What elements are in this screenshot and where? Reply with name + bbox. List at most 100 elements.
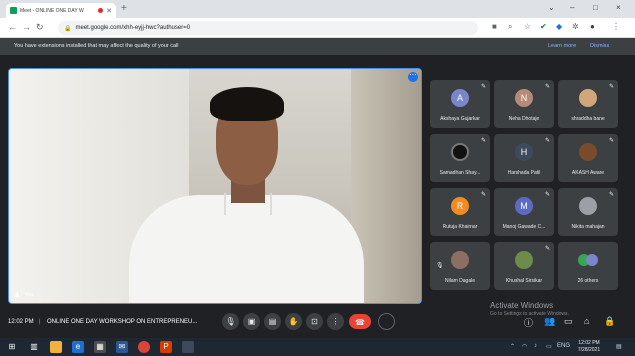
avatar: A	[451, 89, 469, 107]
others-tile[interactable]: 26 others	[558, 242, 618, 290]
forward-icon[interactable]: →	[22, 22, 31, 32]
participant-name: Manoj Gawade C...	[502, 224, 546, 230]
volume-icon[interactable]: ♪	[534, 343, 537, 349]
maximize-button[interactable]: □	[593, 3, 598, 12]
mic-off-icon: ✎	[544, 138, 550, 144]
reload-icon[interactable]: ↻	[36, 22, 44, 33]
extension-warning-bar: You have extensions installed that may a…	[0, 38, 635, 55]
mic-off-icon: ✎	[608, 84, 614, 90]
main-video-tile[interactable]: ⋯ ♟ You	[8, 68, 422, 304]
avatar: R	[451, 197, 469, 215]
avatar-photo	[451, 143, 469, 161]
language-indicator[interactable]: ENG	[557, 343, 570, 349]
participant-tile[interactable]: ✎ Khushal Sirsikar	[494, 242, 554, 290]
avatar-photo	[579, 197, 597, 215]
participant-tile[interactable]: ✎ Samadhan Shay...	[430, 134, 490, 182]
tab-title: Meet - ONLINE ONE DAY W	[20, 7, 84, 14]
participant-name: Nilam Dagale	[444, 278, 475, 284]
address-bar[interactable]: 🔒 meet.google.com/xhh-eyjj-hwc?authuser=…	[58, 21, 478, 35]
activities-icon[interactable]: ⌂	[584, 316, 589, 326]
mail-icon[interactable]: ✉	[116, 341, 128, 353]
lock-host-icon[interactable]: 🔒	[604, 316, 615, 327]
participant-tile[interactable]: ✎ AKASH Aware	[558, 134, 618, 182]
avatar: H	[515, 143, 533, 161]
participant-tile[interactable]: ✎ A Akshaya Gujarkar	[430, 80, 490, 128]
new-tab-button[interactable]: +	[121, 3, 127, 15]
mic-button[interactable]: 🎙	[222, 313, 239, 330]
meeting-title: ONLINE ONE DAY WORKSHOP ON ENTREPRENEU..…	[47, 319, 198, 325]
avatar-photo	[579, 143, 597, 161]
notification-icon[interactable]: ▤	[616, 343, 622, 350]
captions-button[interactable]: ▤	[264, 313, 281, 330]
chrome-icon[interactable]	[138, 341, 150, 353]
participant-tile[interactable]: ✎ R Rutuja Khairnar	[430, 188, 490, 236]
extension-shield-icon[interactable]: ◆	[556, 22, 562, 31]
participant-name: Samadhan Shay...	[439, 170, 481, 176]
participant-tile[interactable]: 🎙 Nilam Dagale	[430, 242, 490, 290]
divider: |	[39, 319, 41, 325]
browser-tab-meet[interactable]: Meet - ONLINE ONE DAY W ✕	[6, 3, 116, 18]
self-label: ♟ You	[14, 291, 34, 299]
end-call-button[interactable]: ☎	[349, 314, 371, 329]
app-icon[interactable]	[182, 341, 194, 353]
edge-icon[interactable]: e	[72, 341, 84, 353]
taskbar-clock[interactable]: 12:02 PM 7/28/2021	[574, 340, 604, 354]
tab-close-icon[interactable]: ✕	[106, 7, 112, 15]
more-options-icon[interactable]: ⋯	[408, 72, 418, 82]
star-icon[interactable]: ☆	[524, 22, 531, 31]
avatar: N	[515, 89, 533, 107]
mic-off-icon: ✎	[544, 246, 550, 252]
mic-off-icon: ✎	[480, 192, 486, 198]
participant-tile[interactable]: ✎ N Neha Dhotaje	[494, 80, 554, 128]
windows-start-icon[interactable]: ⊞	[6, 341, 18, 353]
screen: Meet - ONLINE ONE DAY W ✕ + ⌄ – □ × ← → …	[0, 0, 635, 356]
activity-ring-icon[interactable]	[378, 313, 395, 330]
avatar-photo	[515, 251, 533, 269]
store-icon[interactable]: ▦	[94, 341, 106, 353]
participant-name: AKASH Aware	[571, 170, 605, 176]
info-icon[interactable]: ⓘ	[524, 316, 533, 329]
mic-off-icon: ✎	[544, 84, 550, 90]
dismiss-link[interactable]: Dismiss	[590, 43, 609, 49]
others-avatar-icon	[586, 254, 598, 266]
profile-icon[interactable]: ●	[590, 22, 595, 31]
lock-icon: 🔒	[64, 25, 72, 32]
participant-tile[interactable]: ✎ Nikita mahajan	[558, 188, 618, 236]
minimize-button[interactable]: –	[570, 3, 574, 12]
people-icon[interactable]: 👥	[544, 316, 555, 327]
powerpoint-icon[interactable]: P	[160, 341, 172, 353]
participant-name: Nikita mahajan	[571, 224, 605, 230]
menu-kebab-icon[interactable]: ⋮	[612, 22, 620, 31]
browser-toolbar: ← → ↻ 🔒 meet.google.com/xhh-eyjj-hwc?aut…	[0, 18, 635, 38]
present-button[interactable]: ⊡	[306, 313, 323, 330]
raise-hand-button[interactable]: ✋	[285, 313, 302, 330]
wifi-icon[interactable]: ◠	[522, 343, 527, 350]
zoom-icon[interactable]: ⌕	[508, 22, 512, 32]
mic-icon: 🎙	[436, 263, 444, 269]
tray-chevron-icon[interactable]: ⌃	[510, 343, 515, 350]
close-window-button[interactable]: ×	[616, 3, 621, 12]
file-explorer-icon[interactable]	[50, 341, 62, 353]
puzzle-icon[interactable]: ✲	[572, 22, 579, 31]
mic-off-icon: ✎	[480, 84, 486, 90]
back-icon[interactable]: ←	[8, 22, 17, 32]
camera-icon[interactable]: ■	[492, 22, 497, 31]
participant-name: shraddha bane	[571, 116, 605, 122]
task-view-icon[interactable]: ▥	[28, 341, 40, 353]
camera-button[interactable]: ▣	[243, 313, 260, 330]
windows-taskbar: ⊞ ▥ e ▦ ✉ P ⌃ ◠ ♪ ▭ ENG 12:02 PM 7/28/20…	[0, 338, 635, 356]
activate-windows-title: Activate Windows	[490, 301, 554, 310]
person-icon: ♟	[14, 292, 21, 299]
chat-icon[interactable]: ▭	[564, 316, 573, 327]
mic-off-icon: ✎	[544, 192, 550, 198]
participant-name: Khushal Sirsikar	[505, 278, 543, 284]
learn-more-link[interactable]: Learn more	[548, 43, 576, 49]
check-extension-icon[interactable]: ✔	[540, 22, 547, 31]
participant-tile[interactable]: ✎ H Harshada Patil	[494, 134, 554, 182]
participant-tile[interactable]: ✎ M Manoj Gawade C...	[494, 188, 554, 236]
tab-search-button[interactable]: ⌄	[548, 3, 555, 12]
more-options-button[interactable]: ⋮	[327, 313, 344, 330]
participant-tile[interactable]: ✎ shraddha bane	[558, 80, 618, 128]
display-icon[interactable]: ▭	[546, 343, 552, 350]
speaker-hair	[210, 87, 284, 121]
